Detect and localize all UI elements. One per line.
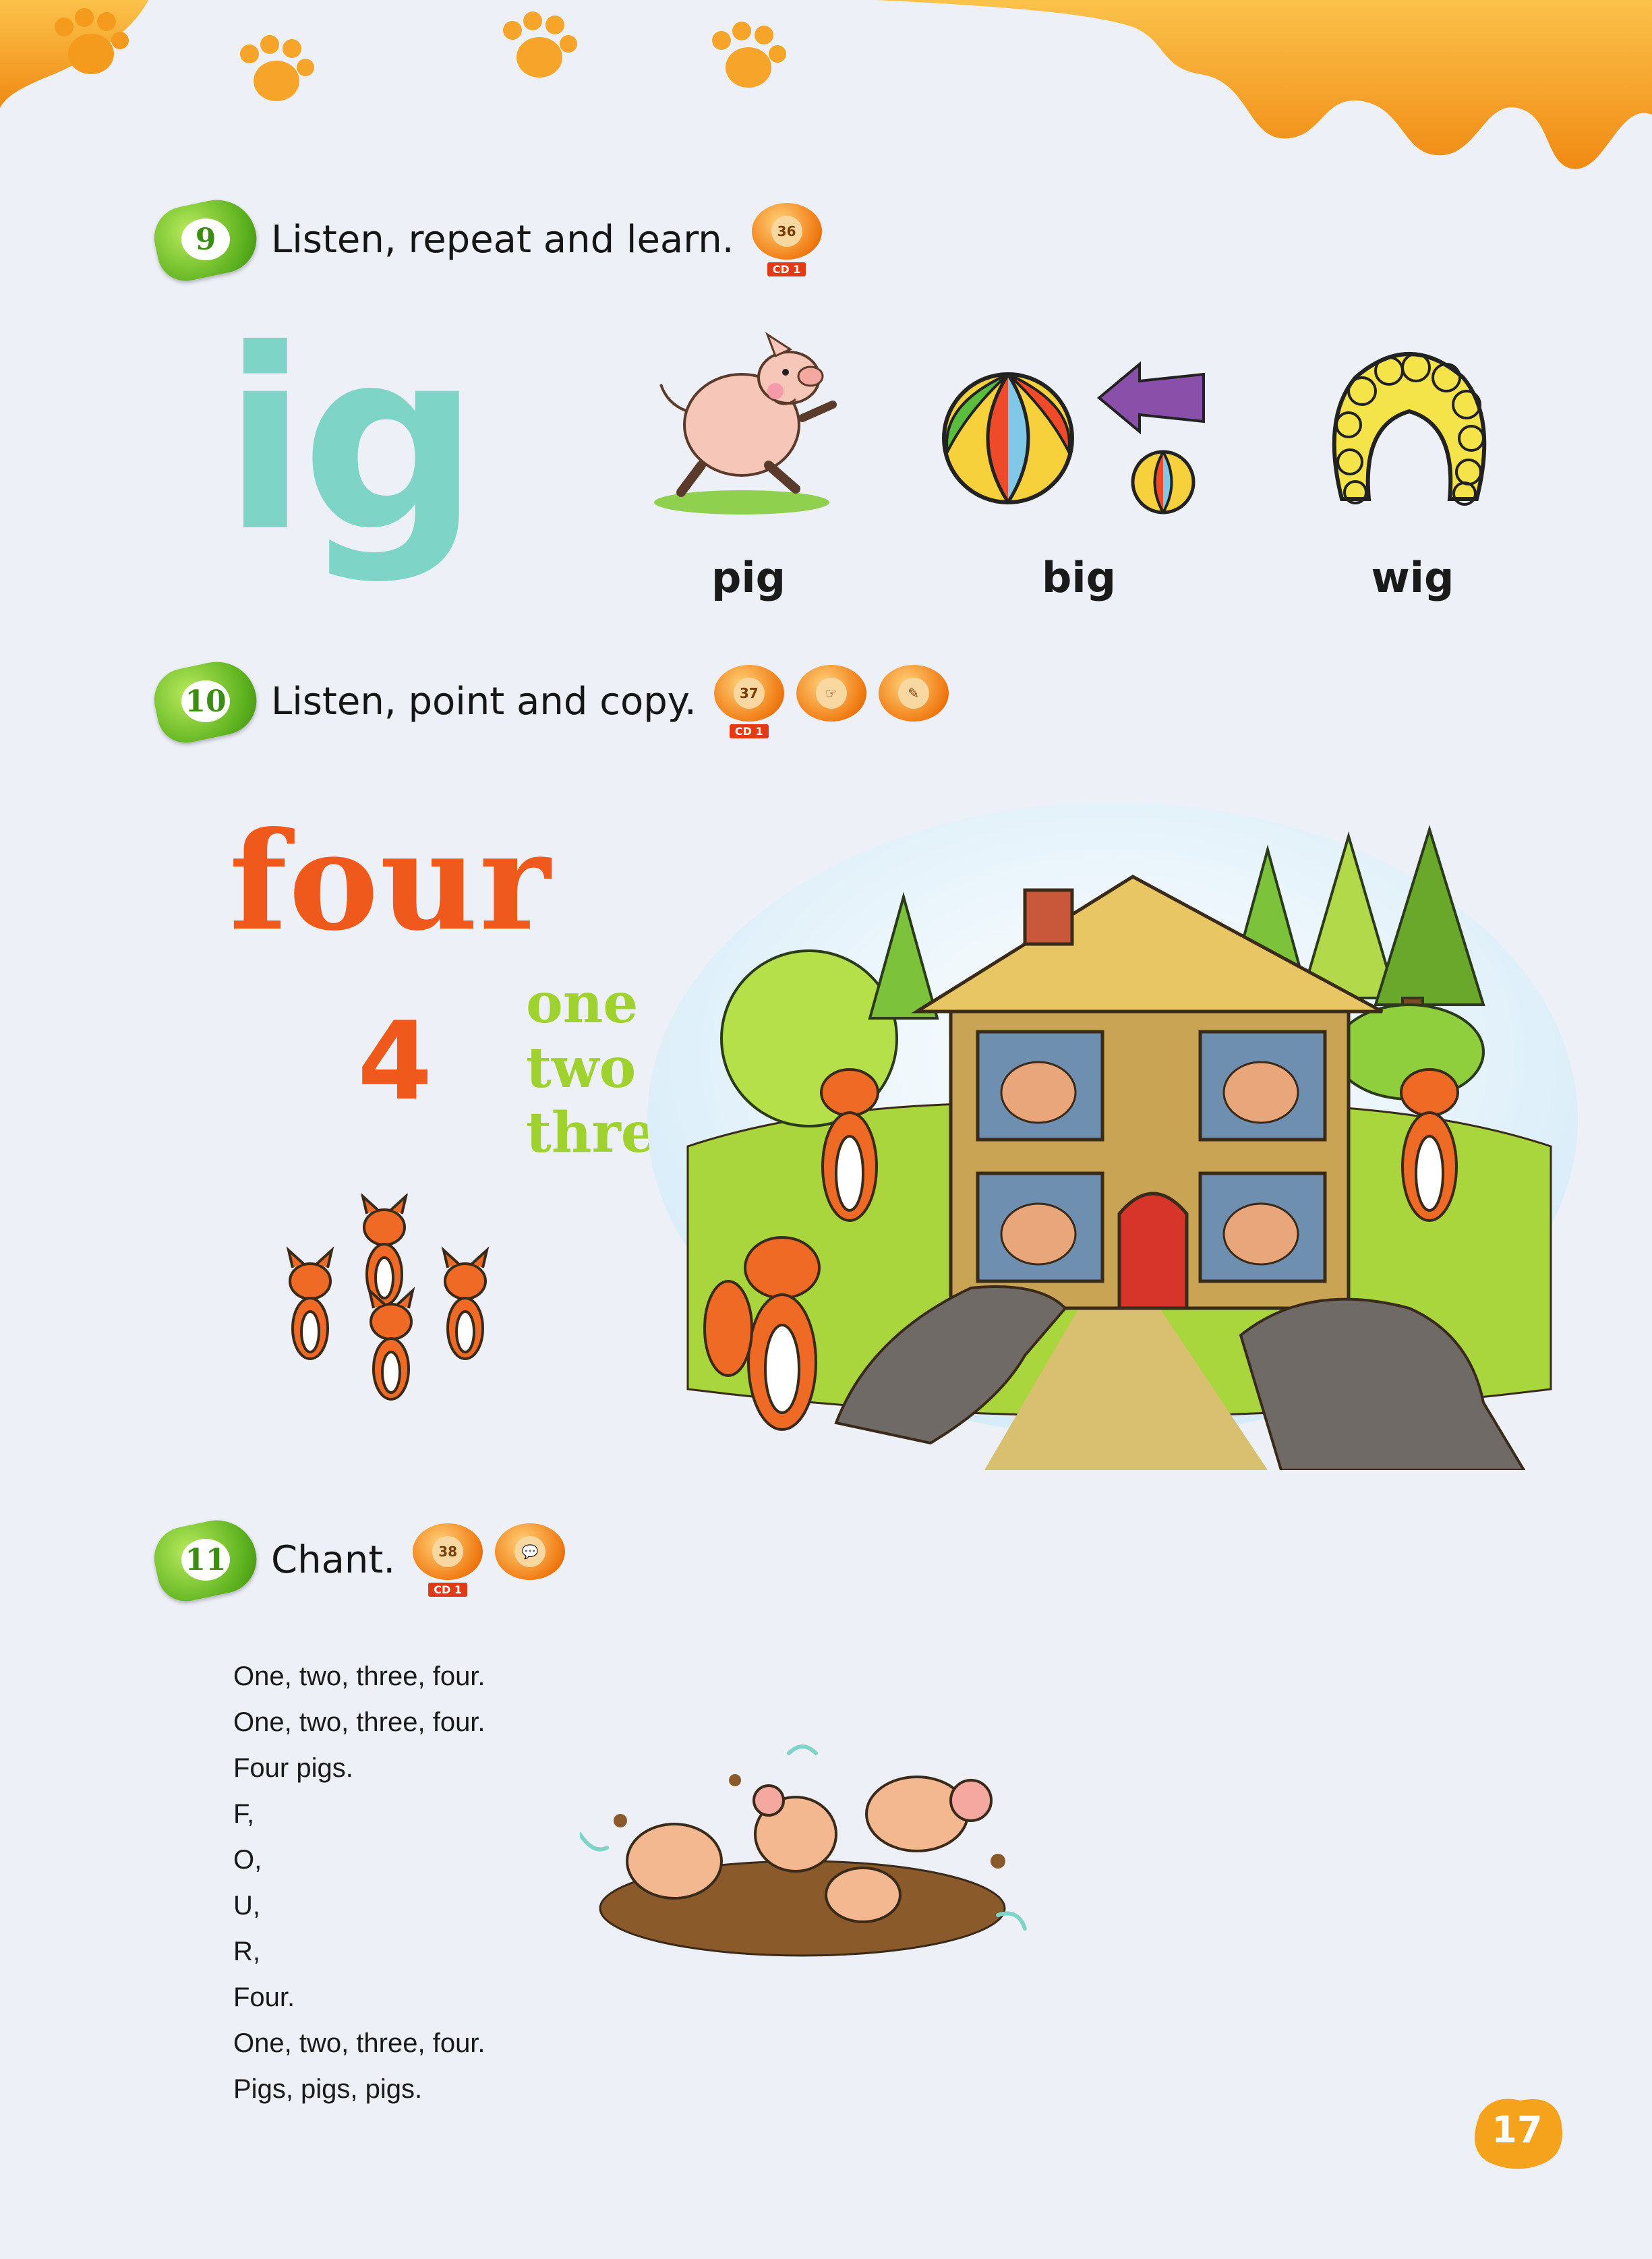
exercise-title: Listen, repeat and learn. [271,217,734,262]
four-foxes-illustration [286,1194,490,1401]
chant-line: Four. [233,1983,295,2012]
number-word: four [229,802,552,961]
chant-line: Pigs, pigs, pigs. [233,2074,423,2104]
chant-line: One, two, three, four. [233,1707,485,1737]
speech-bubble-icon[interactable]: 💬 [495,1523,566,1596]
phonics-sound: ig [223,297,480,587]
page-number: 17 [1467,2094,1568,2175]
muddy-pigs-illustration [580,1744,1027,1957]
chant-line: One, two, three, four. [233,1662,485,1691]
exercise-number-badge: 9 [148,192,263,287]
chant-line: Four pigs. [233,1753,353,1783]
textbook-page: 9 Listen, repeat and learn. 36 CD 1 ig p… [0,0,1652,2259]
word-wig: wig [1371,553,1454,602]
pig-illustration [654,332,837,515]
chant-line: U, [233,1891,260,1920]
exercise-11-header: 11 Chant. 38 CD 1 💬 [148,1513,566,1607]
point-icon[interactable]: ☞ [796,665,866,738]
audio-track-icon[interactable]: 38 CD 1 [413,1523,483,1597]
paw-print-icon [503,11,577,78]
chant-text: One, two, three, four. One, two, three, … [233,1653,485,2112]
word-big: big [1041,553,1116,602]
number-digit: 4 [357,998,433,1124]
honey-drip-header [0,0,1652,169]
wig-illustration [1332,352,1487,506]
chant-line: O, [233,1845,262,1875]
exercise-number-badge: 11 [148,1513,263,1607]
audio-track-icon[interactable]: 36 CD 1 [751,202,822,276]
exercise-title: Chant. [271,1537,396,1582]
exercise-9-header: 9 Listen, repeat and learn. 36 CD 1 [148,192,822,287]
exercise-number-badge: 10 [148,654,263,749]
exercise-title: Listen, point and copy. [271,679,697,724]
paw-print-icon [240,35,314,101]
chant-line: F, [233,1799,255,1829]
chant-line: One, two, three, four. [233,2028,485,2058]
house-scene-illustration [647,802,1578,1470]
word-pig: pig [711,553,786,602]
big-ball-illustration [942,361,1205,515]
pencil-icon[interactable]: ✎ [878,665,949,738]
paw-print-icon [712,22,786,88]
exercise-10-header: 10 Listen, point and copy. 37 CD 1 ☞ ✎ [148,654,949,749]
chant-line: R, [233,1937,260,1966]
audio-track-icon[interactable]: 37 CD 1 [713,664,784,738]
